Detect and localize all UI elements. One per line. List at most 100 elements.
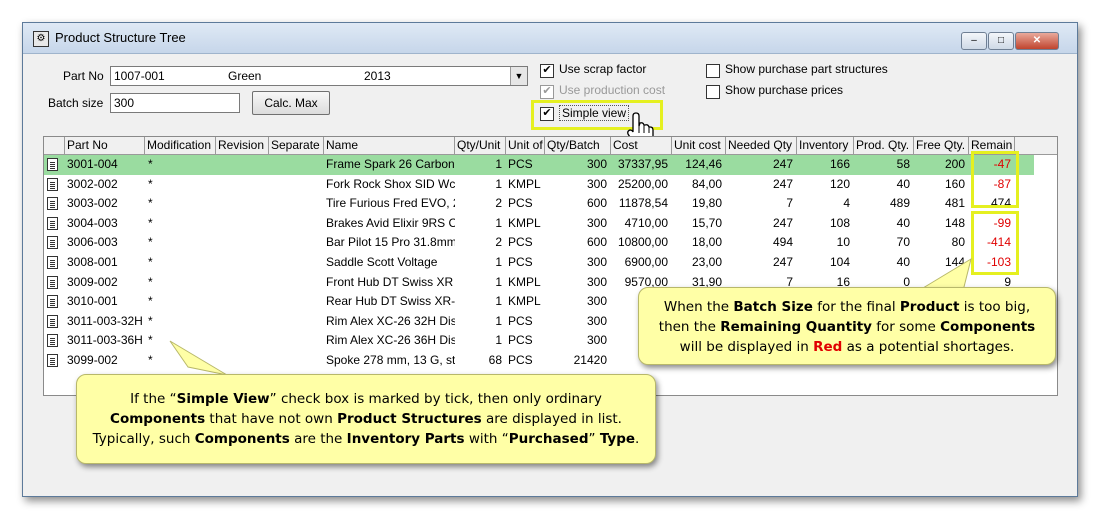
window-title: Product Structure Tree [55,30,186,45]
cell-prod-qty: 58 [896,157,910,171]
callout-text: with “ [464,431,509,447]
cell-free-qty: 80 [951,235,965,250]
document-icon [47,236,58,250]
cell-qty-unit: 2 [495,196,502,211]
callout-text: is too big, [959,299,1031,315]
batch-size-callout: When the Batch Size for the final Produc… [638,287,1056,365]
header-icon-col [44,137,65,154]
cell-modification: * [148,176,153,191]
cell-prod-qty: 40 [896,215,910,230]
part-no-value: 1007-001 [114,69,165,83]
cell-needed-qty: 247 [772,157,793,171]
batch-size-input[interactable]: 300 [110,93,240,113]
cell-needed-qty: 7 [786,196,793,211]
table-row[interactable]: 3004-003 * Brakes Avid Elixir 9RS C: 1 KMPL 3… [44,214,1034,234]
remain-highlight-bottom [971,211,1019,275]
cell-cost: 37337,95 [617,157,668,171]
header-free-qty[interactable]: Free Qty. [914,137,969,154]
simple-view-label: Simple view [559,105,630,121]
cell-modification: * [148,333,153,348]
callout-text: are the [289,431,347,447]
table-row[interactable]: 3001-004 * Frame Spark 26 Carbon, 1 PCS 300 37… [44,155,1034,175]
product-structure-tree-window: ⚙ Product Structure Tree – □ ✕ Part No 1… [22,22,1078,497]
document-icon [47,256,58,269]
cell-part-no: 3010-001 [67,294,118,309]
table-row[interactable]: 3008-001 * Saddle Scott Voltage 1 PCS 300 6900… [44,253,1034,273]
simple-view-checkbox[interactable]: ✔ [540,107,554,121]
header-revision[interactable]: Revision [216,137,269,154]
cell-name: Bar Pilot 15 Pro 31.8mm [326,235,455,250]
cell-qty-unit: 1 [495,294,502,309]
cell-name: Rim Alex XC-26 32H Disc [326,313,455,328]
calc-max-button[interactable]: Calc. Max [252,91,330,115]
batch-size-label: Batch size [48,96,104,110]
cell-cost: 10800,00 [617,235,668,250]
document-icon [47,314,58,328]
remain-highlight-top [971,151,1019,208]
cell-qty-batch: 300 [586,274,607,289]
close-button[interactable]: ✕ [1015,32,1059,50]
cell-unit: KMPL [508,274,541,289]
part-no-select[interactable]: 1007-001 Green 2013 ▼ [110,66,528,86]
cell-qty-batch: 300 [586,294,607,309]
show-purchase-prices-checkbox[interactable] [706,85,720,99]
cell-inventory: 104 [829,255,850,269]
cell-modification: * [148,157,153,171]
header-needed-qty[interactable]: Needed Qty [726,137,797,154]
cell-prod-qty: 40 [896,255,910,269]
cell-part-no: 3011-003-36H [67,333,143,348]
cell-unit: KMPL [508,215,541,230]
cell-unit: PCS [508,157,533,171]
cell-cost: 4710,00 [624,215,668,230]
header-name[interactable]: Name [324,137,455,154]
cell-unit: KMPL [508,176,541,191]
header-inventory[interactable]: Inventory [797,137,854,154]
header-modification[interactable]: Modification [145,137,216,154]
cell-inventory: 4 [843,196,850,211]
cell-name: Saddle Scott Voltage [326,255,438,269]
table-row[interactable]: 3003-002 * Tire Furious Fred EVO, 2 2 PCS 600… [44,194,1034,214]
header-qty-unit[interactable]: Qty/Unit [455,137,506,154]
maximize-button[interactable]: □ [988,32,1014,50]
callout-bold: Components [940,319,1036,335]
cell-inventory: 166 [829,157,850,171]
callout-bold: Product [899,299,960,315]
cell-qty-unit: 1 [495,333,502,348]
cell-qty-unit: 1 [495,313,502,328]
cell-unit-cost: 19,80 [691,196,722,211]
cell-qty-unit: 1 [495,255,502,269]
app-icon: ⚙ [33,31,49,47]
cell-part-no: 3099-002 [67,353,118,367]
header-part-no[interactable]: Part No [65,137,145,154]
cell-part-no: 3001-004 [67,157,118,171]
cell-qty-batch: 300 [586,157,607,171]
header-unit-cost[interactable]: Unit cost [672,137,726,154]
cell-free-qty: 481 [944,196,965,211]
callout-text: Typically, such [92,431,195,447]
cell-qty-batch: 300 [586,313,607,328]
callout-text: that have not own [205,411,338,427]
callout-text: are displayed in list. [481,411,622,427]
part-no-year: 2013 [364,69,391,83]
callout-bold: Batch Size [733,299,813,315]
callout-text: as a potential shortages. [842,339,1015,355]
cell-prod-qty: 40 [896,176,910,191]
grid-header: Part No Modification Revision Separate N… [44,137,1057,155]
header-unit-of[interactable]: Unit of [506,137,545,154]
use-scrap-factor-checkbox[interactable]: ✔ [540,64,554,78]
table-row[interactable]: 3002-002 * Fork Rock Shox SID Wc 1 KMPL 300 25… [44,175,1034,195]
minimize-button[interactable]: – [961,32,987,50]
header-prod-qty[interactable]: Prod. Qty. [854,137,914,154]
cell-part-no: 3011-003-32H [67,313,143,328]
header-qty-batch[interactable]: Qty/Batch [545,137,611,154]
cell-qty-unit: 1 [495,274,502,289]
document-icon [47,334,58,348]
show-purchase-part-structures-checkbox[interactable] [706,64,720,78]
cell-unit: PCS [508,196,533,211]
header-separate[interactable]: Separate [269,137,324,154]
cell-needed-qty: 247 [772,176,793,191]
header-cost[interactable]: Cost [611,137,672,154]
callout-bold: Simple View [176,391,270,407]
chevron-down-icon[interactable]: ▼ [510,67,527,85]
table-row[interactable]: 3006-003 * Bar Pilot 15 Pro 31.8mm 2 PCS 600 1… [44,233,1034,253]
